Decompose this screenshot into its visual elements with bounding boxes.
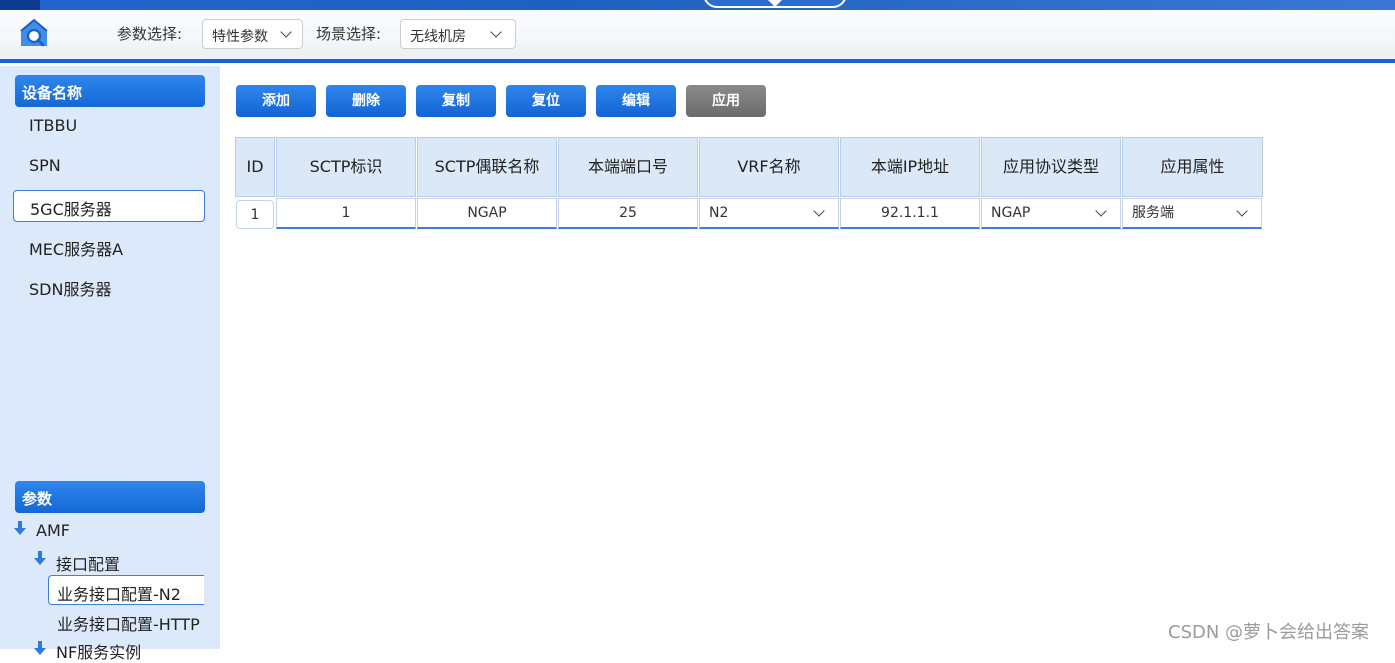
sidebar-item-mec-server-a[interactable]: MEC服务器A [29, 236, 123, 260]
apply-button[interactable]: 应用 [686, 85, 766, 117]
sidebar: 设备名称 ITBBU SPN 5GC服务器 MEC服务器A SDN服务器 参数 … [0, 66, 220, 662]
param-select[interactable]: 特性参数 [202, 19, 303, 49]
top-bar-divider [0, 59, 1395, 63]
attribute-select[interactable]: 服务端 [1122, 198, 1262, 229]
column-header-attribute: 应用属性 [1122, 137, 1263, 197]
column-header-sctp-name: SCTP偶联名称 [417, 137, 557, 197]
sidebar-item-spn[interactable]: SPN [29, 156, 61, 175]
column-header-local-port: 本端端口号 [558, 137, 698, 197]
delete-button[interactable]: 删除 [326, 85, 406, 117]
sidebar-item-sdn-server[interactable]: SDN服务器 [29, 276, 111, 300]
chevron-down-icon [813, 205, 825, 217]
column-header-vrf: VRF名称 [699, 137, 839, 197]
reset-button[interactable]: 复位 [506, 85, 586, 117]
param-select-value: 特性参数 [212, 29, 268, 45]
local-ip-input[interactable]: 92.1.1.1 [840, 198, 980, 229]
arrow-down-icon[interactable] [34, 641, 46, 655]
top-bar: 参数选择: 特性参数 场景选择: 无线机房 [0, 0, 1395, 63]
protocol-select[interactable]: NGAP [981, 198, 1121, 229]
copy-button[interactable]: 复制 [416, 85, 496, 117]
scene-select-value: 无线机房 [410, 29, 466, 45]
tree-leaf-service-interface-http[interactable]: 业务接口配置-HTTP [57, 611, 200, 635]
chevron-down-icon [1236, 205, 1248, 217]
vrf-select-value: N2 [709, 205, 729, 221]
top-blue-strip [0, 0, 1395, 10]
tree-node-nf-service-instance[interactable]: NF服务实例 [56, 639, 141, 663]
tab-notch-icon [768, 0, 782, 7]
column-header-sctp-id: SCTP标识 [276, 137, 416, 197]
vrf-select[interactable]: N2 [699, 198, 839, 229]
tree-node-interface-config[interactable]: 接口配置 [56, 551, 120, 575]
app-logo-icon [20, 18, 48, 47]
add-button[interactable]: 添加 [236, 85, 316, 117]
column-header-local-ip: 本端IP地址 [840, 137, 980, 197]
attribute-select-value: 服务端 [1132, 205, 1174, 221]
scene-select-label: 场景选择: [316, 25, 382, 43]
sidebar-item-itbbu[interactable]: ITBBU [29, 116, 77, 135]
arrow-down-icon[interactable] [14, 521, 26, 535]
column-header-id: ID [235, 137, 275, 197]
sctp-name-input[interactable]: NGAP [417, 198, 557, 229]
protocol-select-value: NGAP [991, 205, 1031, 221]
watermark: CSDN @萝卜会给出答案 [1168, 622, 1370, 643]
params-header: 参数 [15, 481, 205, 513]
sidebar-item-5gc-server[interactable]: 5GC服务器 [13, 190, 205, 222]
row-id-cell: 1 [236, 200, 274, 229]
sctp-id-input[interactable]: 1 [276, 198, 416, 229]
chevron-down-icon [1095, 205, 1107, 217]
arrow-down-icon[interactable] [34, 551, 46, 565]
tree-node-amf[interactable]: AMF [36, 521, 70, 540]
local-port-input[interactable]: 25 [558, 198, 698, 229]
tree-leaf-service-interface-n2[interactable]: 业务接口配置-N2 [48, 575, 204, 605]
column-header-protocol: 应用协议类型 [981, 137, 1121, 197]
chevron-down-icon [280, 26, 292, 38]
param-select-label: 参数选择: [117, 25, 183, 43]
edit-button[interactable]: 编辑 [596, 85, 676, 117]
scene-select[interactable]: 无线机房 [400, 19, 516, 49]
device-list-header: 设备名称 [15, 75, 205, 107]
chevron-down-icon [490, 26, 502, 38]
